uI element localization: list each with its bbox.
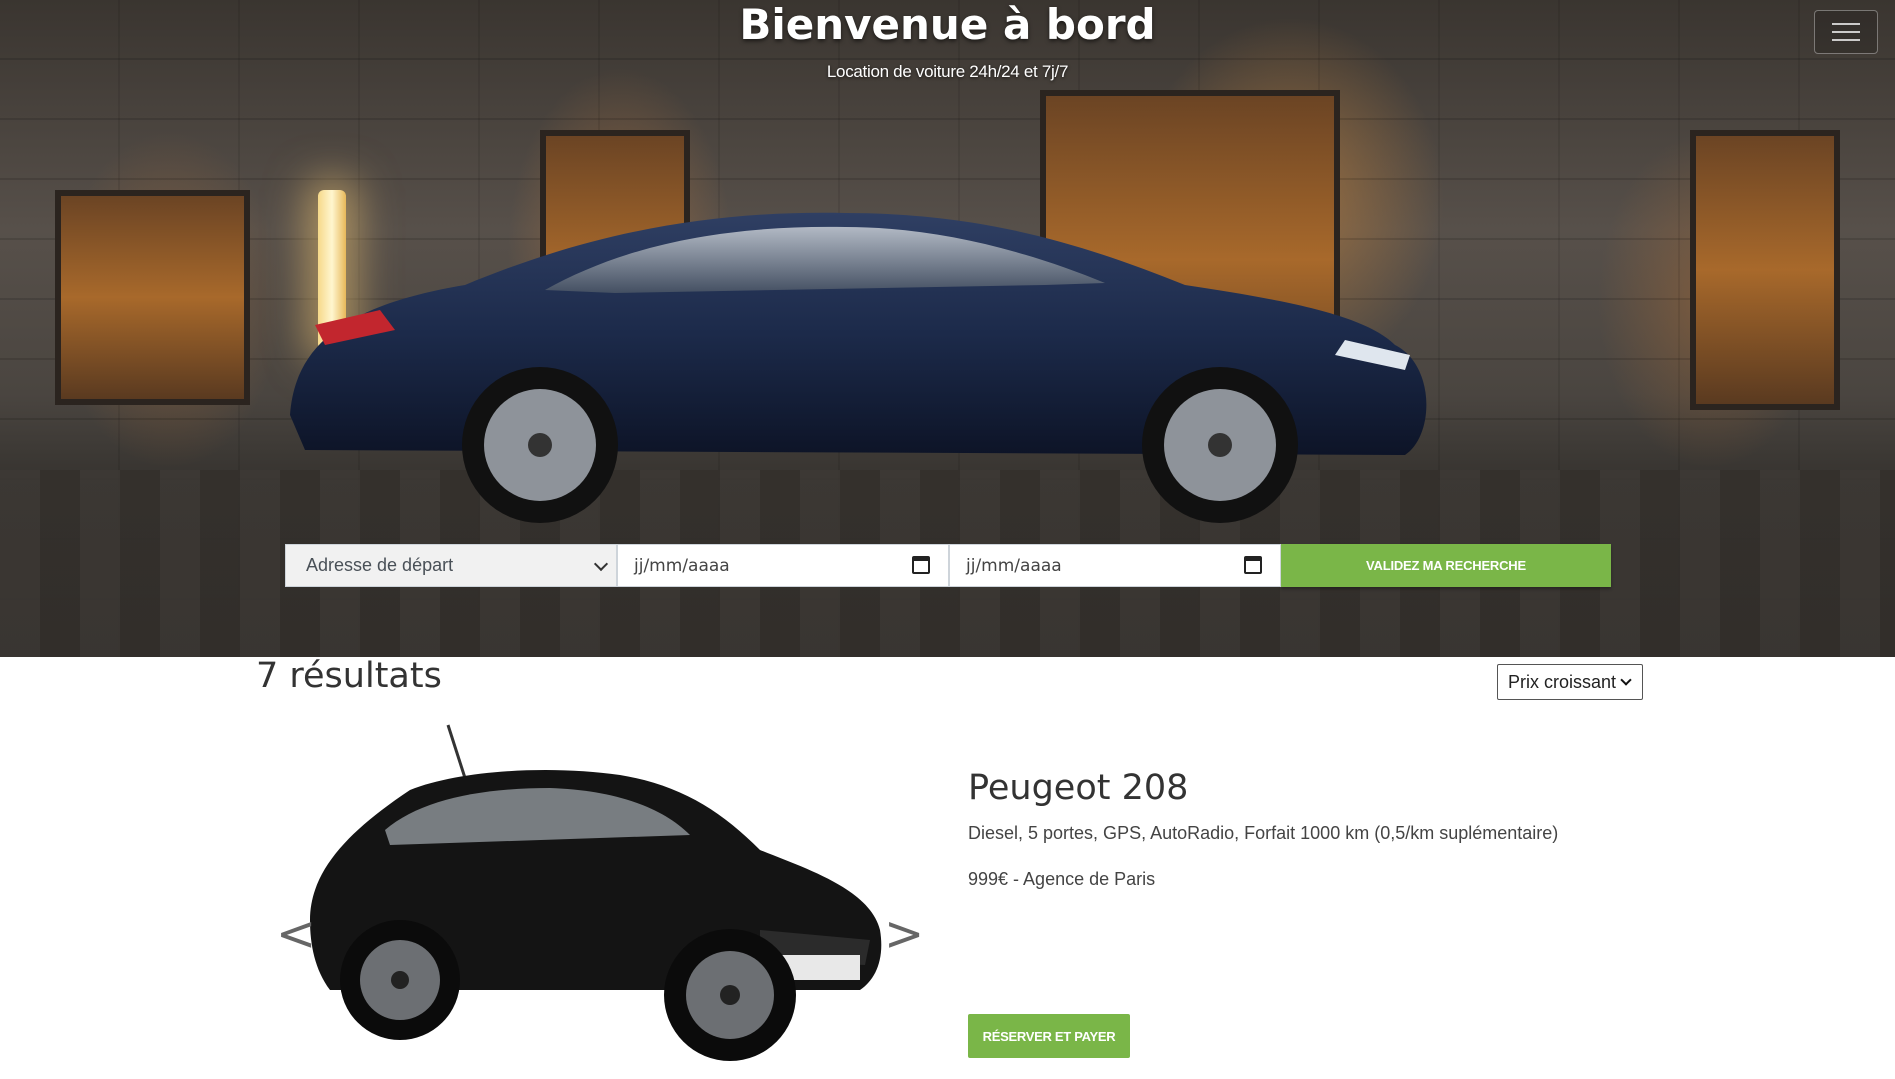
hero-subtitle: Location de voiture 24h/24 et 7j/7 — [826, 62, 1069, 81]
hamburger-line — [1832, 23, 1860, 25]
chevron-down-icon — [1620, 674, 1632, 686]
car-description: Diesel, 5 portes, GPS, AutoRadio, Forfai… — [968, 823, 1559, 843]
departure-select[interactable]: Adresse de départ — [285, 544, 617, 587]
start-date-placeholder: jj/mm/aaaa — [634, 555, 730, 576]
hero-window-left — [55, 190, 250, 405]
end-date-input[interactable]: jj/mm/aaaa — [949, 544, 1281, 587]
reserve-and-pay-button[interactable]: RÉSERVER ET PAYER — [968, 1014, 1130, 1058]
search-submit-button[interactable]: VALIDEZ MA RECHERCHE — [1281, 544, 1611, 587]
departure-select-value: Adresse de départ — [306, 555, 454, 575]
sort-select[interactable]: Prix croissant — [1497, 664, 1643, 700]
hamburger-icon[interactable] — [1814, 10, 1878, 54]
carousel-prev-arrow[interactable]: < — [276, 910, 316, 958]
hero-window-right — [1690, 130, 1840, 410]
calendar-icon[interactable] — [1244, 556, 1262, 574]
car-price-agency: 999€ - Agence de Paris — [968, 869, 1156, 889]
car-title: Peugeot 208 — [968, 768, 1189, 808]
hamburger-line — [1832, 31, 1860, 33]
hero-car-image — [290, 212, 1427, 523]
carousel-next-arrow[interactable]: > — [884, 910, 924, 958]
car-image — [310, 724, 882, 1061]
hero-banner: Bienvenue à bord Location de voiture 24h… — [0, 0, 1895, 657]
hero-title: Bienvenue à bord — [739, 0, 1156, 49]
start-date-input[interactable]: jj/mm/aaaa — [617, 544, 949, 587]
hamburger-line — [1832, 39, 1860, 41]
end-date-placeholder: jj/mm/aaaa — [966, 555, 1062, 576]
calendar-icon[interactable] — [912, 556, 930, 574]
results-count: 7 résultats — [256, 656, 442, 696]
sort-select-value: Prix croissant — [1508, 671, 1617, 692]
search-form: Adresse de départ jj/mm/aaaa jj/mm/aaaa … — [285, 544, 1611, 587]
chevron-down-icon — [593, 556, 609, 572]
